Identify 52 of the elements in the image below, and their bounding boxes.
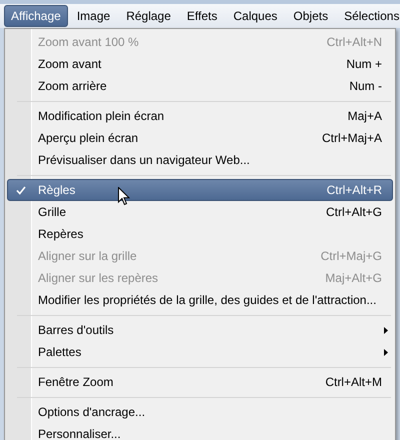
shortcut-text: Num +	[346, 57, 383, 71]
checkmark-icon	[16, 186, 26, 194]
menu-item-label: Palettes	[37, 345, 82, 359]
menu-item-label: Modifier les propriétés de la grille, des guides et de l'attraction...	[37, 293, 376, 307]
menu-item[interactable]: Personnaliser...	[7, 423, 393, 440]
shortcut-text: Maj+Alt+G	[325, 271, 383, 285]
menu-item[interactable]: Zoom avant Num +	[7, 53, 393, 75]
menu-item-label: Zoom arrière	[37, 79, 107, 93]
menu-item-label: Règles	[37, 183, 76, 197]
menu-item-label: Aligner sur les repères	[37, 271, 158, 285]
menu-bar-item[interactable]: Affichage	[4, 5, 68, 27]
menu-item-label: Aperçu plein écran	[37, 131, 138, 145]
mouse-cursor-icon	[118, 187, 130, 206]
menu-item[interactable]: Palettes	[7, 341, 393, 363]
shortcut-text: Maj+A	[348, 109, 383, 123]
menu-item-label: Barres d'outils	[37, 323, 114, 337]
menu-item[interactable]: Règles Ctrl+Alt+R	[7, 179, 393, 201]
shortcut-text: Ctrl+Alt+R	[326, 183, 383, 197]
shortcut-text: Ctrl+Alt+N	[326, 35, 383, 49]
menu-bar-item[interactable]: Sélections	[337, 5, 400, 27]
menu-bar-item[interactable]: Calques	[226, 5, 284, 27]
menu-item-label: Repères	[37, 227, 84, 241]
shortcut-text: Ctrl+Alt+G	[326, 205, 383, 219]
shortcut-text: Ctrl+Maj+A	[322, 131, 383, 145]
menu-item-label: Personnaliser...	[37, 427, 121, 440]
menu-item-label: Aligner sur la grille	[37, 249, 137, 263]
menu-item-label: Zoom avant	[37, 57, 102, 71]
menu-item-label: Grille	[37, 205, 66, 219]
menu-item[interactable]: Repères	[7, 223, 393, 245]
menu-bar-item[interactable]: Réglage	[119, 5, 178, 27]
submenu-arrow-icon	[384, 348, 388, 356]
menu-item[interactable]: Fenêtre Zoom Ctrl+Alt+M	[7, 371, 393, 393]
menu-item-label: Prévisualiser dans un navigateur Web...	[37, 153, 250, 167]
menu-item[interactable]: Grille Ctrl+Alt+G	[7, 201, 393, 223]
menu-item-label: Zoom avant 100 %	[37, 35, 139, 49]
shortcut-text: Ctrl+Alt+M	[325, 375, 383, 389]
shortcut-text: Num -	[349, 79, 383, 93]
menu-item[interactable]: Prévisualiser dans un navigateur Web...	[7, 149, 393, 171]
menu-bar-item[interactable]: Image	[70, 5, 118, 27]
menu-item[interactable]: Barres d'outils	[7, 319, 393, 341]
menu-item[interactable]: Options d'ancrage...	[7, 401, 393, 423]
menu-item[interactable]: Modification plein écran Maj+A	[7, 105, 393, 127]
shortcut-text: Ctrl+Maj+G	[320, 249, 383, 263]
menu-item-label: Fenêtre Zoom	[37, 375, 114, 389]
menu-bar-item[interactable]: Objets	[286, 5, 336, 27]
submenu-arrow-icon	[384, 326, 388, 334]
menu-item[interactable]: Aperçu plein écran Ctrl+Maj+A	[7, 127, 393, 149]
menu-item[interactable]: Zoom arrière Num -	[7, 75, 393, 97]
menu-item-label: Options d'ancrage...	[37, 405, 146, 419]
menu-item-label: Modification plein écran	[37, 109, 164, 123]
menu-item[interactable]: Modifier les propriétés de la grille, des guides et de l'attraction...	[7, 289, 393, 311]
menu-bar-item[interactable]: Effets	[180, 5, 224, 27]
